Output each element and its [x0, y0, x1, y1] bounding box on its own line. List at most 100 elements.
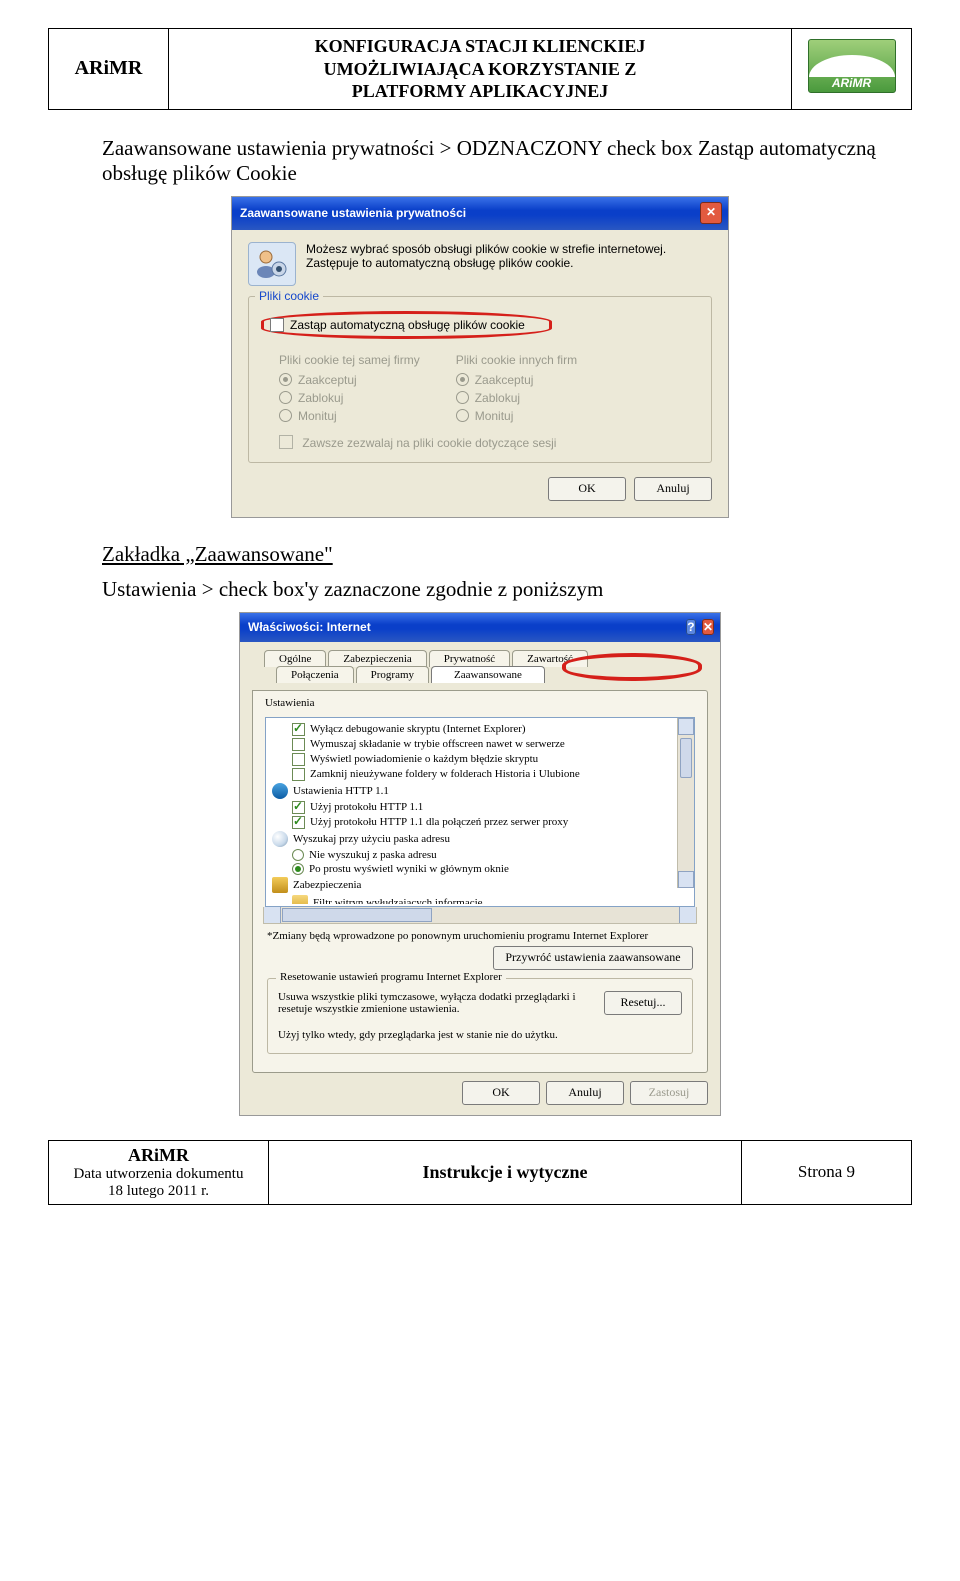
tree-item-label: Zamknij nieużywane foldery w folderach H… — [310, 768, 580, 780]
arimr-logo-icon: ARiMR — [808, 39, 896, 93]
ie-icon — [272, 783, 288, 799]
checkbox[interactable] — [292, 753, 305, 766]
radio-accept-1 — [279, 373, 292, 386]
help-icon[interactable]: ? — [686, 619, 695, 635]
scroll-down-icon[interactable] — [678, 871, 694, 888]
apply-button[interactable]: Zastosuj — [630, 1081, 708, 1105]
cancel-button[interactable]: Anuluj — [634, 477, 712, 501]
scroll-thumb-h[interactable] — [282, 908, 432, 922]
dialog2-titlebar: Właściwości: Internet ? ✕ — [240, 613, 720, 642]
settings-legend: Ustawienia — [265, 697, 697, 709]
scroll-thumb[interactable] — [680, 738, 692, 778]
scroll-right-icon[interactable] — [679, 907, 696, 923]
footer-doc-type: Instrukcje i wytyczne — [269, 1140, 742, 1204]
checkbox[interactable] — [292, 816, 305, 829]
tree-item[interactable]: Wyświetl powiadomienie o każdym błędzie … — [272, 752, 694, 767]
radio[interactable] — [292, 863, 304, 875]
checkbox[interactable] — [292, 723, 305, 736]
tree-item[interactable]: Nie wyszukuj z paska adresu — [272, 848, 694, 862]
close-icon[interactable]: ✕ — [700, 202, 722, 224]
mag-icon — [272, 831, 288, 847]
privacy-dialog-screenshot: Zaawansowane ustawienia prywatności ✕ Mo… — [231, 196, 729, 518]
tree-item: Ustawienia HTTP 1.1 — [272, 782, 694, 800]
paragraph-1: Zaawansowane ustawienia prywatności > OD… — [102, 136, 912, 186]
doc-footer: ARiMR Data utworzenia dokumentu 18 luteg… — [48, 1140, 912, 1205]
tree-item-label: Nie wyszukuj z paska adresu — [309, 849, 437, 861]
tree-item-label: Zabezpieczenia — [293, 879, 361, 891]
scroll-left-icon[interactable] — [264, 907, 281, 923]
checkbox[interactable] — [292, 768, 305, 781]
override-checkbox[interactable] — [270, 318, 284, 332]
tree-item-label: Po prostu wyświetl wyniki w głównym okni… — [309, 863, 509, 875]
firstparty-header: Pliki cookie tej samej firmy — [279, 353, 420, 367]
ok-button[interactable]: OK — [548, 477, 626, 501]
doc-header: ARiMR KONFIGURACJA STACJI KLIENCKIEJ UMO… — [48, 28, 912, 110]
section-zaawansowane-heading: Zakładka „Zaawansowane" — [102, 542, 912, 567]
radio-block-2 — [456, 391, 469, 404]
checkbox[interactable] — [292, 801, 305, 814]
tabs: Ogólne Zabezpieczenia Prywatność Zawarto… — [252, 650, 708, 690]
settings-tree[interactable]: Wyłącz debugowanie skryptu (Internet Exp… — [265, 717, 695, 907]
tree-item: Wyszukaj przy użyciu paska adresu — [272, 830, 694, 848]
radio[interactable] — [292, 849, 304, 861]
groupbox-legend: Pliki cookie — [255, 289, 323, 303]
cancel-button[interactable]: Anuluj — [546, 1081, 624, 1105]
tab-zawartosc[interactable]: Zawartość — [512, 650, 588, 667]
footer-date-value: 18 lutego 2011 r. — [108, 1183, 209, 1199]
folder-icon — [292, 895, 308, 904]
footer-org: ARiMR — [128, 1145, 189, 1165]
tree-item[interactable]: Po prostu wyświetl wyniki w głównym okni… — [272, 862, 694, 876]
paragraph-2: Ustawienia > check box'y zaznaczone zgod… — [102, 577, 912, 602]
restore-defaults-button[interactable]: Przywróć ustawienia zaawansowane — [493, 946, 693, 970]
tree-item-label: Wymuszaj składanie w trybie offscreen na… — [310, 738, 565, 750]
tree-item[interactable]: Wymuszaj składanie w trybie offscreen na… — [272, 737, 694, 752]
tree-item-label: Wyszukaj przy użyciu paska adresu — [293, 833, 450, 845]
reset-note: Użyj tylko wtedy, gdy przeglądarka jest … — [278, 1029, 682, 1041]
tree-item[interactable]: Wyłącz debugowanie skryptu (Internet Exp… — [272, 722, 694, 737]
radio-block-1 — [279, 391, 292, 404]
internet-options-screenshot: Właściwości: Internet ? ✕ Ogólne Zabezpi… — [239, 612, 721, 1116]
cookies-groupbox: Pliki cookie Zastąp automatyczną obsługę… — [248, 296, 712, 463]
tab-programy[interactable]: Programy — [356, 666, 429, 683]
tab-ogolne[interactable]: Ogólne — [264, 650, 326, 667]
horizontal-scrollbar[interactable] — [263, 907, 697, 924]
vertical-scrollbar[interactable] — [677, 718, 694, 888]
override-checkbox-highlight: Zastąp automatyczną obsługę plików cooki… — [261, 311, 552, 339]
restart-note: *Zmiany będą wprowadzone po ponownym uru… — [267, 930, 693, 942]
reset-button[interactable]: Resetuj... — [604, 991, 682, 1015]
dialog2-title: Właściwości: Internet — [248, 620, 371, 634]
dialog-intro-text: Możesz wybrać sposób obsługi plików cook… — [306, 242, 712, 286]
override-label: Zastąp automatyczną obsługę plików cooki… — [290, 318, 525, 332]
tree-item: Filtr witryn wyłudzających informacje — [272, 894, 694, 904]
tab-prywatnosc[interactable]: Prywatność — [429, 650, 510, 667]
tree-item-label: Filtr witryn wyłudzających informacje — [313, 897, 483, 904]
reset-description: Usuwa wszystkie pliki tymczasowe, wyłącz… — [278, 991, 594, 1015]
tree-item[interactable]: Użyj protokołu HTTP 1.1 — [272, 800, 694, 815]
footer-page: Strona 9 — [742, 1140, 912, 1204]
reset-legend: Resetowanie ustawień programu Internet E… — [276, 971, 506, 983]
tab-zaawansowane[interactable]: Zaawansowane — [431, 666, 545, 683]
dialog-titlebar: Zaawansowane ustawienia prywatności ✕ — [232, 197, 728, 230]
ok-button[interactable]: OK — [462, 1081, 540, 1105]
tree-item-label: Użyj protokołu HTTP 1.1 — [310, 801, 423, 813]
tree-item-label: Ustawienia HTTP 1.1 — [293, 785, 389, 797]
reset-groupbox: Resetowanie ustawień programu Internet E… — [267, 978, 693, 1054]
tree-item-label: Wyłącz debugowanie skryptu (Internet Exp… — [310, 723, 526, 735]
close-icon[interactable]: ✕ — [702, 619, 714, 635]
header-title: KONFIGURACJA STACJI KLIENCKIEJ UMOŻLIWIA… — [169, 29, 792, 110]
tab-polaczenia[interactable]: Połączenia — [276, 666, 354, 683]
radio-prompt-2 — [456, 409, 469, 422]
footer-date-label: Data utworzenia dokumentu — [74, 1166, 244, 1182]
tree-item: Zabezpieczenia — [272, 876, 694, 894]
privacy-icon — [248, 242, 296, 286]
tree-item[interactable]: Zamknij nieużywane foldery w folderach H… — [272, 767, 694, 782]
tree-item-label: Użyj protokołu HTTP 1.1 dla połączeń prz… — [310, 816, 568, 828]
tree-item[interactable]: Użyj protokołu HTTP 1.1 dla połączeń prz… — [272, 815, 694, 830]
dialog-title: Zaawansowane ustawienia prywatności — [240, 206, 466, 220]
checkbox[interactable] — [292, 738, 305, 751]
radio-prompt-1 — [279, 409, 292, 422]
session-label: Zawsze zezwalaj na pliki cookie dotycząc… — [302, 436, 556, 450]
thirdparty-header: Pliki cookie innych firm — [456, 353, 577, 367]
tab-zabezpieczenia[interactable]: Zabezpieczenia — [328, 650, 426, 667]
scroll-up-icon[interactable] — [678, 718, 694, 735]
